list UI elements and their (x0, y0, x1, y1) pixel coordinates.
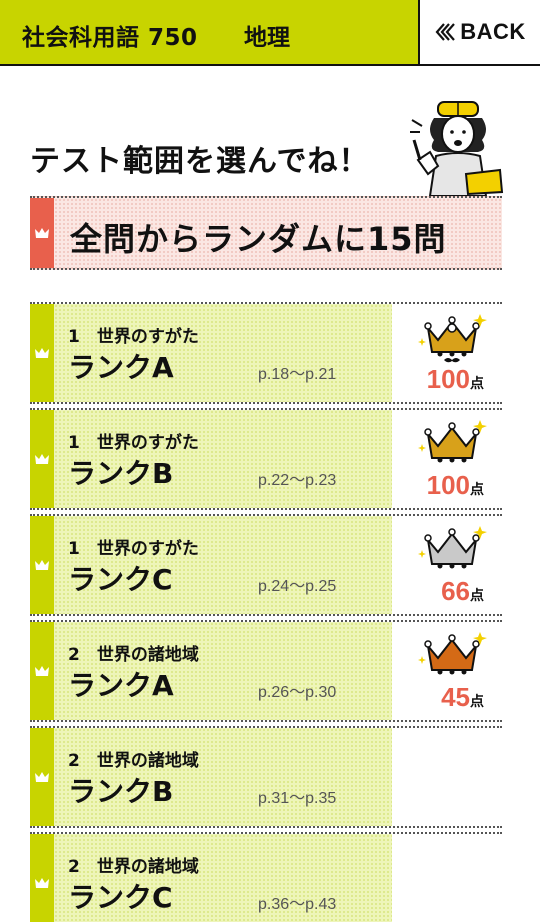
crown-icon (35, 560, 49, 570)
test-row[interactable]: 1 世界のすがたランクA p.18〜p.21 100点 (30, 302, 502, 404)
crown-icon (35, 878, 49, 888)
subject-label: 地理 (244, 25, 290, 51)
crown-gold-mustache-icon (418, 314, 487, 363)
double-chevron-left-icon (435, 23, 456, 41)
score-unit: 点 (470, 694, 484, 710)
back-button-label: BACK (460, 19, 526, 44)
test-rank: ランクA (68, 351, 174, 384)
test-row-tab (30, 728, 54, 826)
mascot-illustration (410, 101, 504, 196)
score-unit: 点 (470, 482, 484, 498)
test-unit: 1 世界のすがた (68, 327, 199, 347)
test-unit: 1 世界のすがた (68, 539, 199, 559)
back-button[interactable]: BACK (418, 0, 540, 64)
random-test-label: 全問からランダムに15問 (70, 220, 447, 258)
test-pages: p.36〜p.43 (258, 896, 337, 913)
crown-gold-icon (418, 420, 487, 463)
test-rank: ランクA (68, 669, 174, 702)
test-score: 100点 (427, 470, 484, 501)
test-score: 66点 (441, 576, 484, 607)
test-unit: 2 世界の諸地域 (68, 751, 199, 771)
crown-icon (35, 348, 49, 358)
page-heading: テスト範囲を選んでね！ (30, 144, 370, 179)
app-header: 社会科用語 750 地理 BACK (0, 0, 540, 66)
test-pages: p.26〜p.30 (258, 684, 337, 701)
crown-bronze-icon (418, 632, 487, 675)
test-row[interactable]: 2 世界の諸地域ランクA p.26〜p.30 45点 (30, 620, 502, 722)
crown-icon (35, 666, 49, 676)
test-score: 45点 (441, 682, 484, 713)
test-row[interactable]: 1 世界のすがたランクC p.24〜p.25 66点 (30, 514, 502, 616)
test-rank: ランクC (68, 881, 173, 914)
score-value: 100 (426, 470, 470, 500)
test-row-tab (30, 834, 54, 922)
test-pages: p.18〜p.21 (258, 366, 337, 383)
score-unit: 点 (470, 588, 484, 604)
test-row-tab (30, 304, 54, 402)
score-value: 45 (441, 682, 470, 712)
test-unit: 2 世界の諸地域 (68, 645, 199, 665)
crown-icon (35, 228, 49, 238)
test-row[interactable]: 2 世界の諸地域ランクC p.36〜p.43 (30, 832, 502, 922)
test-unit: 2 世界の諸地域 (68, 857, 199, 877)
crown-icon (35, 772, 49, 782)
test-rank: ランクB (68, 775, 174, 808)
score-value: 66 (441, 576, 470, 606)
score-unit: 点 (470, 376, 484, 392)
random-test-button[interactable]: 全問からランダムに15問 (30, 196, 502, 270)
test-pages: p.22〜p.23 (258, 472, 337, 489)
random-test-tab (30, 198, 54, 268)
test-row[interactable]: 1 世界のすがたランクB p.22〜p.23 100点 (30, 408, 502, 510)
test-row-tab (30, 622, 54, 720)
app-title: 社会科用語 750 (22, 25, 198, 51)
test-unit: 1 世界のすがた (68, 433, 199, 453)
test-score: 100点 (427, 364, 484, 395)
test-pages: p.31〜p.35 (258, 790, 337, 807)
test-row-tab (30, 516, 54, 614)
test-rank: ランクB (68, 457, 174, 490)
test-rank: ランクC (68, 563, 173, 596)
score-value: 100 (426, 364, 470, 394)
test-row[interactable]: 2 世界の諸地域ランクB p.31〜p.35 (30, 726, 502, 828)
test-pages: p.24〜p.25 (258, 578, 337, 595)
crown-icon (35, 454, 49, 464)
crown-silver-icon (418, 526, 487, 569)
test-row-tab (30, 410, 54, 508)
